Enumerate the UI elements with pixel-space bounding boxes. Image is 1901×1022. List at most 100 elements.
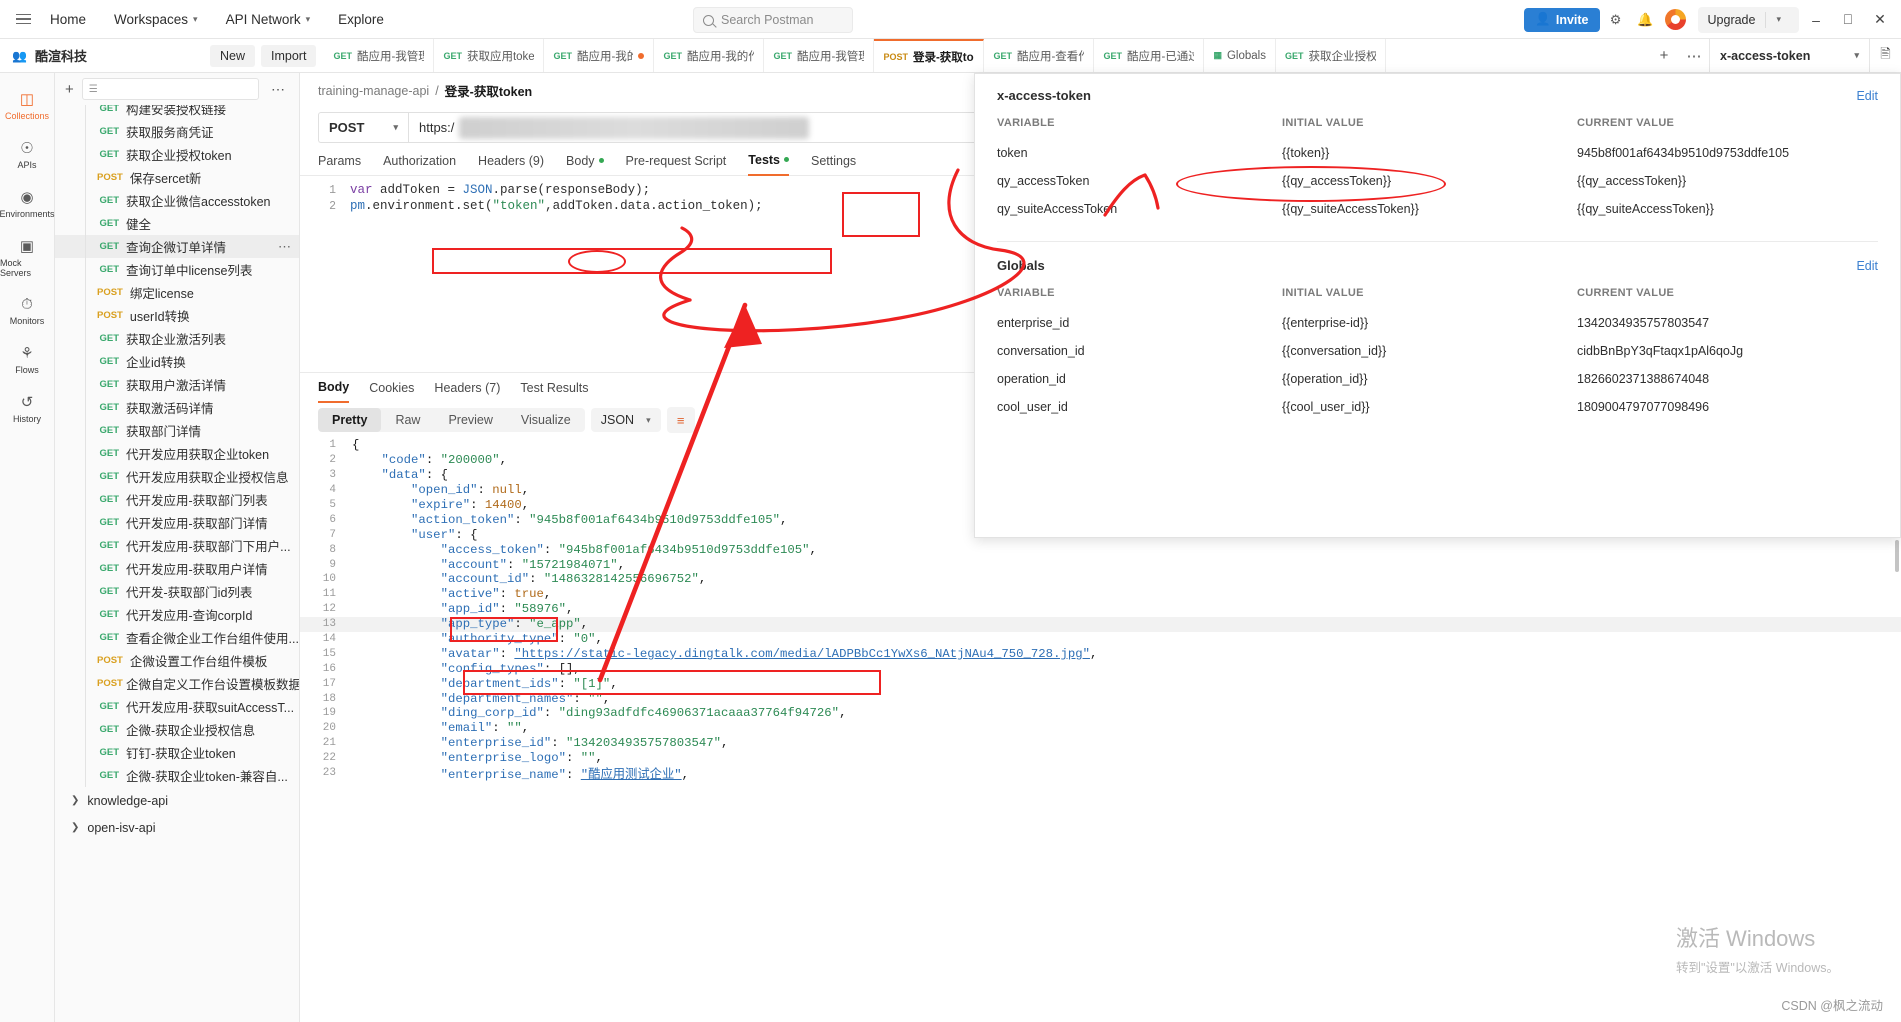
maximize-button[interactable]: ⎕ — [1833, 6, 1863, 34]
tab-overflow-menu[interactable]: ⋯ — [1679, 39, 1709, 72]
request-tab[interactable]: GET 酷应用-我的创 — [544, 39, 655, 72]
request-section-tab[interactable]: Params — [318, 146, 361, 176]
rail-item-mock-servers[interactable]: ▣ Mock Servers — [0, 228, 54, 287]
rail-item-history[interactable]: ↺ History — [0, 384, 54, 433]
sidebar-request-item[interactable]: GET 钉钉-获取企业token — [55, 741, 299, 764]
sidebar-request-item[interactable]: GET 企微-获取企业token-兼容自... — [55, 764, 299, 787]
response-format-option[interactable]: Visualize — [507, 408, 585, 432]
request-tab[interactable]: GET 酷应用-我的作业 — [654, 39, 765, 72]
request-tab[interactable]: GET 酷应用-我管理的 — [324, 39, 435, 72]
request-tab[interactable]: GET 获取应用token — [434, 39, 545, 72]
request-tab[interactable]: ▦ Globals — [1204, 39, 1276, 72]
table-row[interactable]: conversation_id {{conversation_id}} cidbBn… — [997, 337, 1878, 365]
sidebar-request-item[interactable]: GET 获取部门详情 — [55, 419, 299, 442]
sidebar-request-item[interactable]: GET 查看企微企业工作台组件使用... — [55, 626, 299, 649]
table-row[interactable]: operation_id {{operation_id}} 182660237138… — [997, 365, 1878, 393]
sidebar-request-item[interactable]: GET 获取企业微信accesstoken — [55, 189, 299, 212]
sidebar-request-item[interactable]: GET 代开发应用-获取suitAccessT... — [55, 695, 299, 718]
sidebar-request-item[interactable]: GET 代开发应用-获取部门下用户... — [55, 534, 299, 557]
nav-item-home[interactable]: Home — [36, 0, 100, 38]
response-tab[interactable]: Cookies — [369, 373, 414, 403]
table-row[interactable]: enterprise_id {{enterprise-id}} 1342034935… — [997, 309, 1878, 337]
sidebar-request-item[interactable]: GET 构建安装授权链接 — [55, 105, 299, 120]
hamburger-icon[interactable] — [10, 13, 36, 25]
new-button[interactable]: New — [210, 44, 256, 67]
sidebar-more-menu[interactable]: ⋯ — [267, 81, 289, 98]
rail-item-collections[interactable]: ◫ Collections — [0, 81, 54, 130]
rail-item-flows[interactable]: ⚘ Flows — [0, 335, 54, 384]
sidebar-request-item[interactable]: POST 企微设置工作台组件模板 — [55, 649, 299, 672]
add-collection-button[interactable]: + — [65, 81, 74, 98]
upgrade-button[interactable]: Upgrade ▾ — [1697, 6, 1799, 33]
response-tab[interactable]: Headers (7) — [434, 373, 500, 403]
sidebar-request-item[interactable]: GET 查询企微订单详情 ⋯ — [55, 235, 299, 258]
rail-item-environments[interactable]: ◉ Environments — [0, 179, 55, 228]
sidebar-folder-knowledge-api[interactable]: ❯ knowledge-api — [55, 787, 299, 814]
sidebar-request-item[interactable]: GET 代开发应用-获取用户详情 — [55, 557, 299, 580]
request-tab[interactable]: GET 酷应用-已通过审 — [1094, 39, 1205, 72]
table-row[interactable]: token {{token}} 945b8f001af6434b9510d9753d… — [997, 139, 1878, 167]
sidebar-request-item[interactable]: POST 保存sercet新 — [55, 166, 299, 189]
sidebar-request-item[interactable]: GET 代开发应用获取企业授权信息 — [55, 465, 299, 488]
sidebar-request-item[interactable]: GET 健全 — [55, 212, 299, 235]
gear-icon[interactable]: ⚙ — [1602, 6, 1630, 34]
sidebar-request-item[interactable]: POST 绑定license — [55, 281, 299, 304]
request-tab[interactable]: POST 登录-获取token — [874, 39, 985, 72]
table-row[interactable]: qy_accessToken {{qy_accessToken}} {{qy_acc… — [997, 167, 1878, 195]
request-tab[interactable]: GET 获取企业授权tok — [1275, 39, 1386, 72]
sidebar-request-item[interactable]: POST 企微自定义工作台设置模板数据 — [55, 672, 299, 695]
sidebar-item-more-menu[interactable]: ⋯ — [278, 239, 291, 255]
avatar[interactable] — [1662, 6, 1690, 34]
workspace-name[interactable]: 👥 酷渲科技 — [0, 39, 210, 72]
sidebar-request-item[interactable]: POST userId转换 — [55, 304, 299, 327]
request-tab[interactable]: GET 酷应用-查看作业 — [984, 39, 1095, 72]
nav-item-explore[interactable]: Explore — [324, 0, 398, 38]
request-section-tab[interactable]: Tests — [748, 146, 790, 176]
nav-item-workspaces[interactable]: Workspaces ▾ — [100, 0, 212, 38]
sidebar-request-item[interactable]: GET 获取企业授权token — [55, 143, 299, 166]
sidebar-request-item[interactable]: GET 代开发应用-查询corpId — [55, 603, 299, 626]
sidebar-folder-open-isv-api[interactable]: ❯ open-isv-api — [55, 814, 299, 841]
table-row[interactable]: qy_suiteAccessToken {{qy_suiteAccessToken… — [997, 195, 1878, 223]
request-tab[interactable]: GET 酷应用-我管理的 — [764, 39, 875, 72]
globals-edit-link[interactable]: Edit — [1856, 259, 1878, 273]
sidebar-request-item[interactable]: GET 代开发-获取部门id列表 — [55, 580, 299, 603]
response-format-option[interactable]: Raw — [381, 408, 434, 432]
environment-edit-link[interactable]: Edit — [1856, 89, 1878, 103]
http-method-selector[interactable]: POST ▾ — [318, 111, 408, 143]
sidebar-request-item[interactable]: GET 获取服务商凭证 — [55, 120, 299, 143]
response-language-selector[interactable]: JSON ▾ — [590, 408, 661, 432]
request-section-tab[interactable]: Authorization — [383, 146, 456, 176]
request-section-tab[interactable]: Body — [566, 146, 604, 176]
sidebar-request-item[interactable]: GET 企微-获取企业授权信息 — [55, 718, 299, 741]
search-input[interactable]: Search Postman — [693, 7, 853, 33]
response-tab[interactable]: Test Results — [520, 373, 588, 403]
response-tab[interactable]: Body — [318, 373, 350, 403]
rail-item-monitors[interactable]: ⏱ Monitors — [0, 287, 54, 335]
import-button[interactable]: Import — [261, 44, 317, 67]
close-button[interactable]: ✕ — [1865, 6, 1895, 34]
wrap-lines-icon[interactable]: ≡ — [666, 407, 695, 433]
request-section-tab[interactable]: Pre-request Script — [626, 146, 727, 176]
nav-item-api-network[interactable]: API Network ▾ — [212, 0, 325, 38]
sidebar-request-item[interactable]: GET 代开发应用-获取部门列表 — [55, 488, 299, 511]
environment-quick-look-button[interactable]: 🖹 — [1869, 39, 1901, 72]
sidebar-request-item[interactable]: GET 获取企业激活列表 — [55, 327, 299, 350]
table-row[interactable]: cool_user_id {{cool_user_id}} 180900479707… — [997, 393, 1878, 421]
invite-button[interactable]: 👤 Invite — [1524, 7, 1600, 32]
bell-icon[interactable]: 🔔 — [1632, 6, 1660, 34]
sidebar-request-item[interactable]: GET 获取用户激活详情 — [55, 373, 299, 396]
sidebar-request-item[interactable]: GET 获取激活码详情 — [55, 396, 299, 419]
request-section-tab[interactable]: Headers (9) — [478, 146, 544, 176]
breadcrumb-collection[interactable]: training-manage-api — [318, 84, 429, 98]
new-tab-button[interactable]: + — [1649, 39, 1679, 72]
response-scrollbar[interactable] — [1895, 540, 1899, 572]
response-format-option[interactable]: Pretty — [318, 408, 382, 432]
response-format-option[interactable]: Preview — [434, 408, 506, 432]
minimize-button[interactable]: – — [1801, 6, 1831, 34]
sidebar-request-item[interactable]: GET 企业id转换 — [55, 350, 299, 373]
chevron-down-icon[interactable]: ▾ — [1765, 11, 1789, 28]
sidebar-request-item[interactable]: GET 查询订单中license列表 — [55, 258, 299, 281]
sidebar-request-item[interactable]: GET 代开发应用-获取部门详情 — [55, 511, 299, 534]
sidebar-filter-input[interactable]: ☰ — [81, 78, 259, 100]
